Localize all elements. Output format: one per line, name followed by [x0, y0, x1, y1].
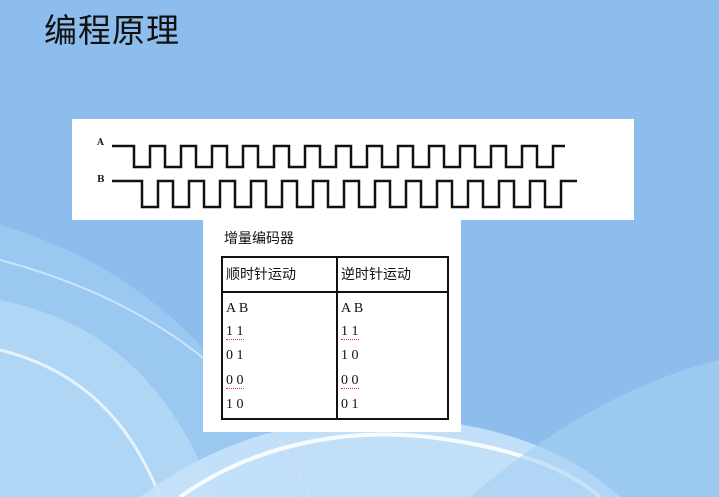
slide-title: 编程原理: [44, 11, 180, 50]
cw-row-1: 1 1: [226, 324, 244, 340]
encoder-table-panel: 增量编码器 顺时针运动 逆时针运动 A B 1 1 0 1 0 0 1 0 A …: [203, 220, 461, 432]
ccw-row-0: A B: [341, 301, 364, 316]
header-clockwise: 顺时针运动: [226, 267, 296, 283]
ccw-row-3: 0 0: [341, 373, 359, 389]
ccw-row-2: 1 0: [341, 348, 359, 363]
encoder-truth-table: 顺时针运动 逆时针运动 A B 1 1 0 1 0 0 1 0 A B 1 1 …: [221, 256, 449, 420]
channel-b-signal: [112, 179, 577, 209]
cw-row-4: 1 0: [226, 397, 244, 412]
channel-a-signal: [112, 144, 565, 169]
cw-row-3: 0 0: [226, 373, 244, 389]
header-counterclockwise: 逆时针运动: [341, 267, 411, 283]
header-divider: [223, 291, 447, 293]
ccw-row-1: 1 1: [341, 324, 359, 340]
table-caption: 增量编码器: [224, 231, 294, 247]
channel-b-label: B: [97, 175, 105, 185]
column-divider: [336, 258, 338, 418]
cw-row-0: A B: [226, 301, 249, 316]
channel-a-label: A: [97, 138, 104, 148]
waveform-diagram: [112, 144, 577, 209]
quadrature-waveform: A B: [72, 119, 634, 220]
cw-row-2: 0 1: [226, 348, 244, 363]
ccw-row-4: 0 1: [341, 397, 359, 412]
